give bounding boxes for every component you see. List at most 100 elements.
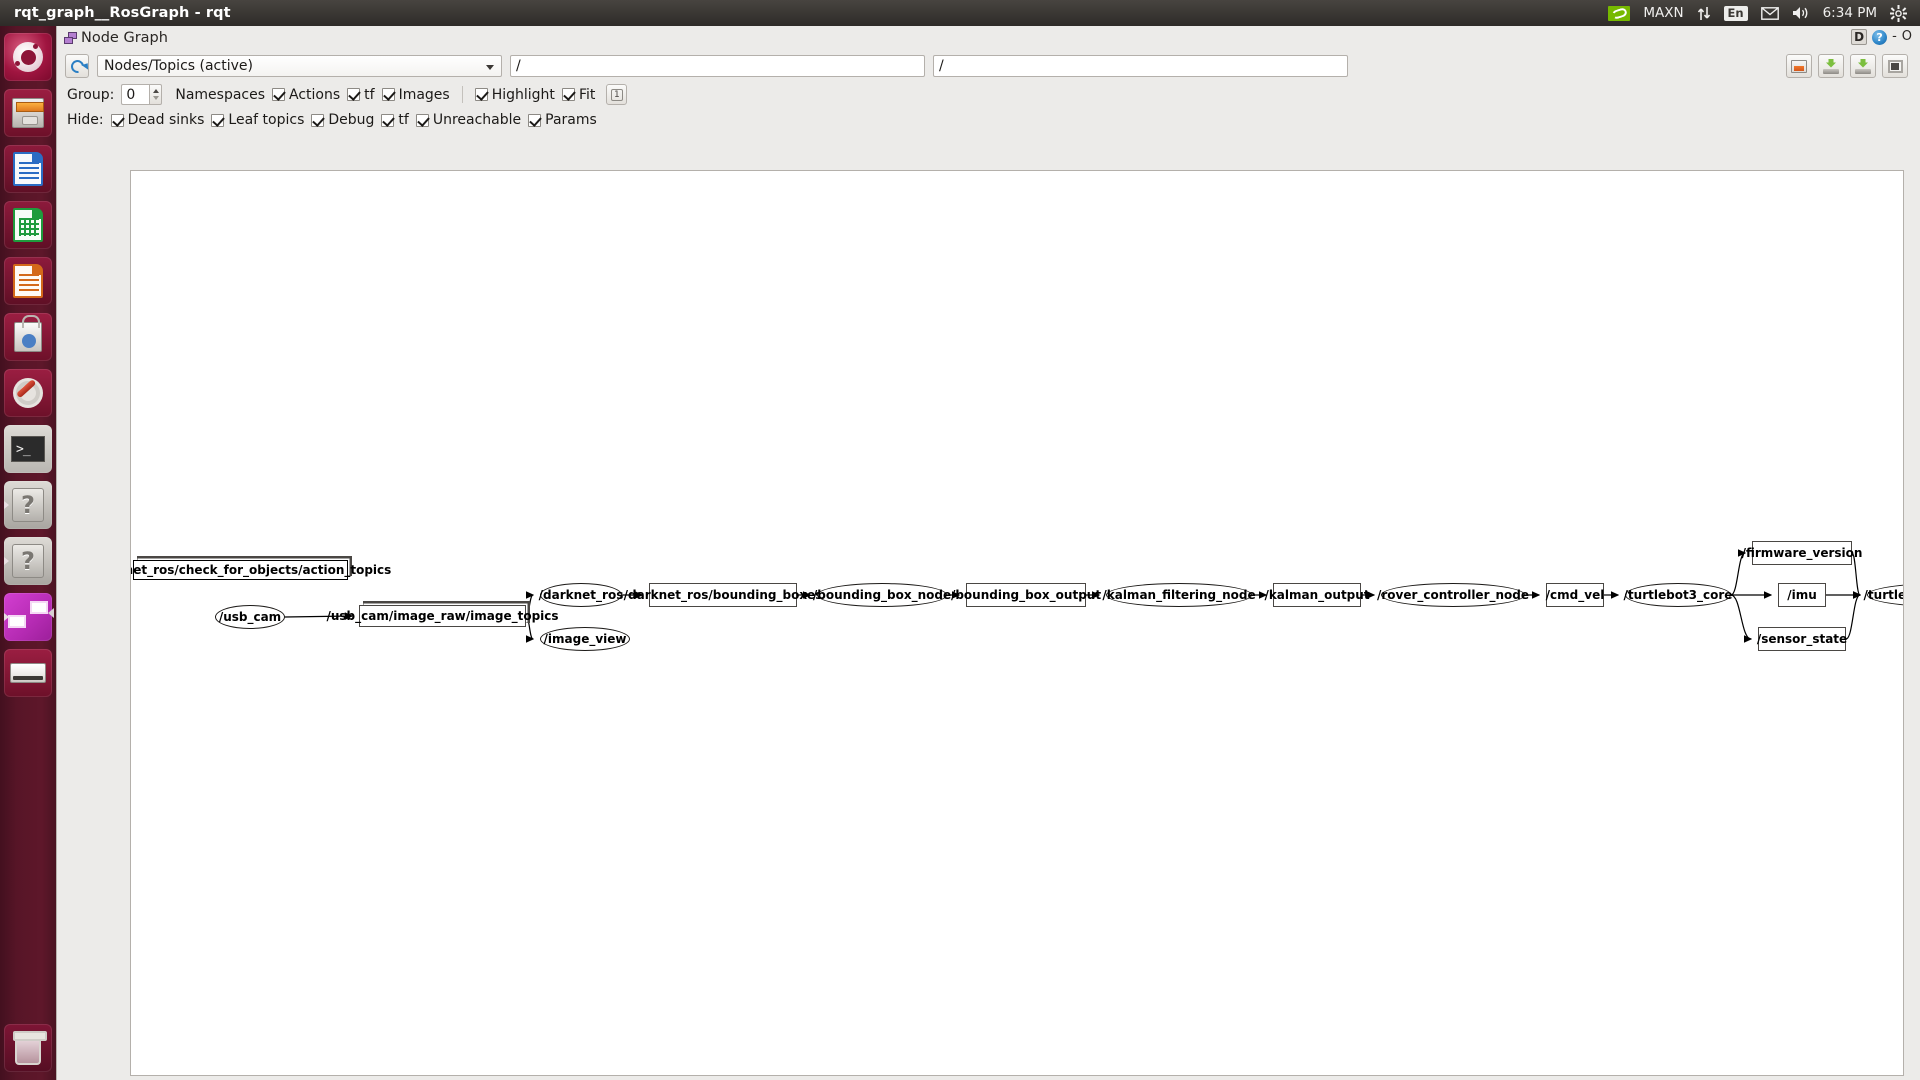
checkbox-unreachable[interactable]: Unreachable xyxy=(415,112,522,128)
graph-node-darknet_ros[interactable]: /darknet_ros xyxy=(539,583,623,607)
graph-hide-row: Hide: Dead sinks Leaf topics Debug tf Un… xyxy=(57,107,1920,133)
launcher-item-libreoffice-calc[interactable] xyxy=(4,201,52,249)
checkbox-params[interactable]: Params xyxy=(528,112,597,128)
clock[interactable]: 6:34 PM xyxy=(1823,5,1877,21)
mail-icon[interactable] xyxy=(1760,6,1779,20)
unity-launcher: >_ ? ? xyxy=(0,26,56,1080)
launcher-item-workspace-switcher[interactable] xyxy=(4,593,52,641)
graph-node-usb_cam[interactable]: /usb_cam xyxy=(215,605,285,629)
graph-topic-usb_cam_image_topics[interactable]: /usb_cam/image_raw/image_topics xyxy=(326,605,559,627)
keyboard-layout-icon[interactable]: En xyxy=(1723,5,1748,21)
graph-node-rover_controller_node[interactable]: /rover_controller_node xyxy=(1377,583,1529,607)
fit-in-view-button[interactable] xyxy=(1882,54,1908,78)
checkbox-fit[interactable]: Fit xyxy=(561,86,596,103)
graph-node-label: /usb_cam/image_raw/image_topics xyxy=(326,609,559,623)
screen-icon xyxy=(1887,59,1903,73)
group-spinbox[interactable]: 0 xyxy=(121,84,150,105)
topic-filter-input[interactable]: / xyxy=(933,55,1348,77)
volume-icon[interactable] xyxy=(1792,6,1810,20)
node-graph-dock-header: Node Graph D ? - O xyxy=(57,26,1920,50)
checkbox-label: Unreachable xyxy=(432,112,522,128)
ros-graph-canvas[interactable]: /darknet_ros/check_for_objects/action_to… xyxy=(130,170,1904,1076)
launcher-item-libreoffice-writer[interactable] xyxy=(4,145,52,193)
graph-node-label: /imu xyxy=(1787,588,1817,602)
launcher-item-ubuntu-dash[interactable] xyxy=(4,33,52,81)
node-filter-input[interactable]: / xyxy=(510,55,925,77)
launcher-item-system-settings[interactable] xyxy=(4,369,52,417)
checkbox-icon xyxy=(347,88,361,101)
checkbox-icon xyxy=(110,113,124,127)
checkbox-tf[interactable]: tf xyxy=(347,87,375,103)
launcher-item-software-center[interactable] xyxy=(4,313,52,361)
hide-label: Hide: xyxy=(67,112,104,128)
checkbox-dead-sinks[interactable]: Dead sinks xyxy=(110,112,204,128)
graph-toolbar: Nodes/Topics (active) / / xyxy=(57,50,1920,82)
checkbox-images[interactable]: Images xyxy=(381,87,450,103)
group-spinbox-steppers[interactable] xyxy=(149,84,163,105)
graph-node-image_view[interactable]: /image_view xyxy=(540,627,630,651)
checkbox-leaf-topics[interactable]: Leaf topics xyxy=(211,112,304,128)
rqt-window: Node Graph D ? - O Nodes/Topics (active)… xyxy=(56,26,1920,1080)
graph-node-bounding_box_node[interactable]: /bounding_box_node xyxy=(813,583,951,607)
graph-topic-firmware_version[interactable]: /firmware_version xyxy=(1742,541,1862,565)
dock-window-buttons: D ? - O xyxy=(1851,29,1912,45)
launcher-item-files[interactable] xyxy=(4,89,52,137)
graph-topic-action_topics[interactable]: /darknet_ros/check_for_objects/action_to… xyxy=(131,560,391,580)
dock-title: Node Graph xyxy=(81,30,168,46)
launcher-item-unknown-app-1[interactable]: ? xyxy=(4,481,52,529)
launcher-collapse-arrow-icon xyxy=(48,608,54,618)
load-dot-button[interactable] xyxy=(1786,54,1812,78)
save-dot-button[interactable] xyxy=(1818,54,1844,78)
graph-topic-sensor_state[interactable]: /sensor_state xyxy=(1756,627,1848,651)
gpu-power-mode-label[interactable]: MAXN xyxy=(1643,5,1683,21)
maximize-button[interactable]: O xyxy=(1902,30,1912,44)
checkbox-label: Fit xyxy=(578,86,596,103)
system-menu-gear-icon[interactable] xyxy=(1890,4,1907,22)
checkbox-label: Actions xyxy=(289,86,341,103)
graph-node-label: /usb_cam xyxy=(218,610,282,624)
network-icon[interactable] xyxy=(1697,6,1711,21)
checkbox-hide-tf[interactable]: tf xyxy=(381,112,409,128)
node-graph-icon xyxy=(64,31,78,45)
save-icon xyxy=(1823,58,1839,74)
graph-node-turtlebot3_core[interactable]: /turtlebot3_core xyxy=(1624,583,1732,607)
graph-topic-imu[interactable]: /imu xyxy=(1778,583,1826,607)
graph-node-label: /firmware_version xyxy=(1741,546,1863,560)
launcher-item-unknown-app-2[interactable]: ? xyxy=(4,537,52,585)
graph-topic-bounding_box_output[interactable]: /bounding_box_output xyxy=(951,583,1101,607)
launcher-item-libreoffice-impress[interactable] xyxy=(4,257,52,305)
graph-node-turtlebot3_diagnostics[interactable]: /turtlebot3_diagnostics xyxy=(1864,583,1903,607)
checkbox-actions[interactable]: Actions xyxy=(272,87,340,103)
graph-node-kalman_filtering_node[interactable]: /kalman_filtering_node xyxy=(1102,583,1256,607)
graph-topic-kalman_output[interactable]: /kalman_output xyxy=(1264,583,1370,607)
zoom-level-button[interactable]: 1 xyxy=(606,84,628,105)
graph-topic-bounding_boxes[interactable]: /darknet_ros/bounding_boxes xyxy=(624,583,822,607)
launcher-item-trash[interactable] xyxy=(4,1024,52,1072)
graph-topic-cmd_vel[interactable]: /cmd_vel xyxy=(1546,583,1604,607)
checkbox-icon xyxy=(381,88,395,101)
graph-node-label: /sensor_state xyxy=(1756,632,1848,646)
save-image-button[interactable] xyxy=(1850,54,1876,78)
graph-type-select[interactable]: Nodes/Topics (active) xyxy=(97,55,502,77)
checkbox-icon xyxy=(381,113,395,127)
checkbox-label: tf xyxy=(398,112,409,128)
detach-button[interactable]: D xyxy=(1851,29,1868,45)
folder-icon xyxy=(1791,59,1807,73)
graph-node-label: /darknet_ros/bounding_boxes xyxy=(623,588,823,602)
group-label: Group: xyxy=(67,86,115,103)
launcher-item-disk-drive[interactable] xyxy=(4,649,52,697)
checkbox-icon xyxy=(474,88,488,101)
system-tray: MAXN En 6:34 PM xyxy=(1608,4,1920,22)
minimize-button[interactable]: - xyxy=(1892,30,1897,44)
namespaces-label[interactable]: Namespaces xyxy=(175,87,265,103)
graph-type-value: Nodes/Topics (active) xyxy=(104,58,253,74)
checkbox-highlight[interactable]: Highlight xyxy=(474,87,555,103)
checkbox-icon xyxy=(415,113,429,127)
help-icon[interactable]: ? xyxy=(1872,29,1888,45)
refresh-button[interactable] xyxy=(65,54,89,78)
checkbox-debug[interactable]: Debug xyxy=(311,112,374,128)
launcher-item-terminal[interactable]: >_ xyxy=(4,425,52,473)
nvidia-logo-icon[interactable] xyxy=(1608,5,1631,21)
graph-node-label: /kalman_filtering_node xyxy=(1102,588,1256,602)
graph-node-label: /rover_controller_node xyxy=(1376,588,1530,602)
